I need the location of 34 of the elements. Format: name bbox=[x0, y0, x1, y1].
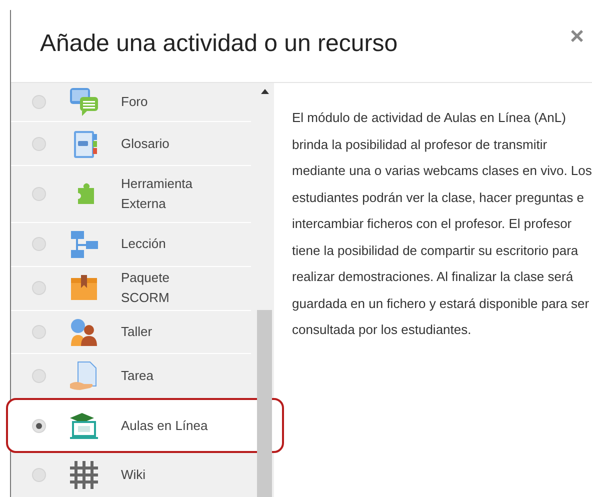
radio-button[interactable] bbox=[32, 95, 46, 110]
activity-option[interactable]: Foro bbox=[11, 83, 251, 122]
close-button[interactable]: × bbox=[566, 23, 588, 51]
option-label: Wiki bbox=[121, 466, 147, 484]
radio-button[interactable] bbox=[32, 418, 46, 433]
activity-option[interactable]: Aulas en Línea bbox=[6, 398, 284, 454]
activity-option[interactable]: Paquete SCORM bbox=[11, 266, 251, 310]
option-label: Aulas en Línea bbox=[121, 416, 208, 435]
option-label: Herramienta Externa bbox=[121, 174, 194, 213]
radio-button[interactable] bbox=[32, 237, 46, 252]
activity-option[interactable]: Tarea bbox=[11, 354, 251, 398]
radio-button[interactable] bbox=[32, 369, 46, 384]
radio-button[interactable] bbox=[32, 468, 46, 482]
activity-option[interactable]: Glosario bbox=[11, 122, 251, 166]
activity-option[interactable]: Taller bbox=[11, 310, 251, 354]
activity-option[interactable]: Lección bbox=[11, 222, 251, 267]
flowchart-icon bbox=[68, 228, 100, 260]
dialog-title: Añade una actividad o un recurso bbox=[40, 30, 398, 58]
activity-option[interactable]: Wiki bbox=[11, 453, 251, 497]
option-label: Lección bbox=[121, 235, 167, 254]
option-label: Glosario bbox=[121, 134, 170, 153]
option-label: Tarea bbox=[121, 367, 155, 386]
option-label: Taller bbox=[121, 322, 154, 341]
activity-option[interactable]: Herramienta Externa bbox=[11, 166, 251, 223]
speech-bubbles-icon bbox=[68, 86, 100, 118]
radio-button[interactable] bbox=[32, 136, 46, 151]
radio-button[interactable] bbox=[32, 324, 46, 339]
option-label: Foro bbox=[121, 93, 149, 112]
radio-button[interactable] bbox=[32, 281, 46, 296]
option-label: Paquete SCORM bbox=[121, 269, 170, 308]
scroll-up-icon[interactable] bbox=[260, 89, 268, 94]
lattice-icon bbox=[68, 459, 100, 492]
activity-description: El módulo de actividad de Aulas en Línea (AnL) brinda la posibilidad al profesor de transmitir mediante una o varias webcams clases en vivo. Los estudiantes podrán ver la clase, hacer preguntas e intercambiar ficheros con el profesor. El profesor tiene la posibilidad de compartir su escritorio para realizar demostraciones. Al finalizar la clase será guardada en un fichero y estará disponible para ser consultada por los estudiantes. bbox=[292, 109, 592, 339]
radio-button[interactable] bbox=[32, 186, 46, 201]
